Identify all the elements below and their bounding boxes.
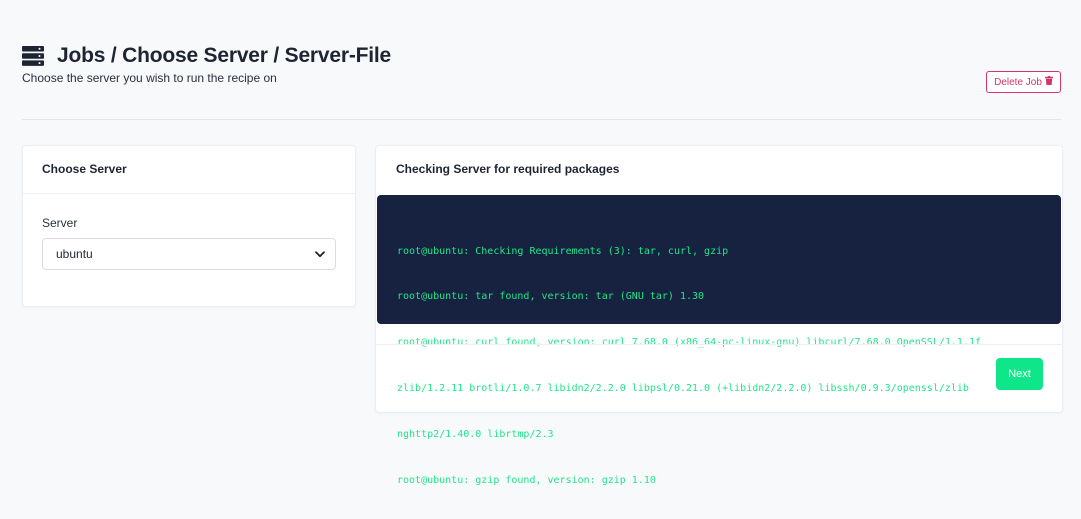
page-title: Jobs / Choose Server / Server-File	[57, 44, 392, 67]
terminal-line: root@ubuntu: gzip found, version: gzip 1…	[397, 475, 656, 487]
choose-server-card: Choose Server Server ubuntu	[22, 145, 356, 307]
check-packages-card: Checking Server for required packages ro…	[375, 145, 1063, 486]
header-divider	[22, 119, 1061, 120]
check-packages-title: Checking Server for required packages	[396, 162, 620, 176]
page-header: Jobs / Choose Server / Server-File Choos…	[22, 44, 1063, 85]
choose-server-title: Choose Server	[23, 146, 355, 194]
chevron-down-icon	[315, 247, 325, 261]
terminal-output: root@ubuntu: Checking Requirements (3): …	[377, 195, 1061, 486]
delete-job-button[interactable]: Delete Job	[986, 71, 1061, 93]
server-select-value: ubuntu	[56, 247, 93, 261]
server-select[interactable]: ubuntu	[42, 238, 336, 270]
server-icon	[22, 46, 44, 66]
page-subtitle: Choose the server you wish to run the re…	[22, 71, 277, 85]
server-field-label: Server	[42, 216, 78, 230]
terminal-line: root@ubuntu: Checking Requirements (3): …	[397, 245, 729, 257]
trash-icon	[1044, 76, 1053, 88]
next-button[interactable]: Next	[996, 358, 1043, 390]
terminal-line: nghttp2/1.40.0 librtmp/2.3	[397, 429, 554, 441]
terminal-line: zlib/1.2.11 brotli/1.0.7 libidn2/2.2.0 l…	[397, 383, 969, 395]
title-row: Jobs / Choose Server / Server-File	[22, 44, 1063, 68]
delete-job-label: Delete Job	[994, 76, 1042, 88]
terminal-line: root@ubuntu: tar found, version: tar (GN…	[397, 291, 705, 303]
card-footer-divider	[376, 344, 1062, 345]
